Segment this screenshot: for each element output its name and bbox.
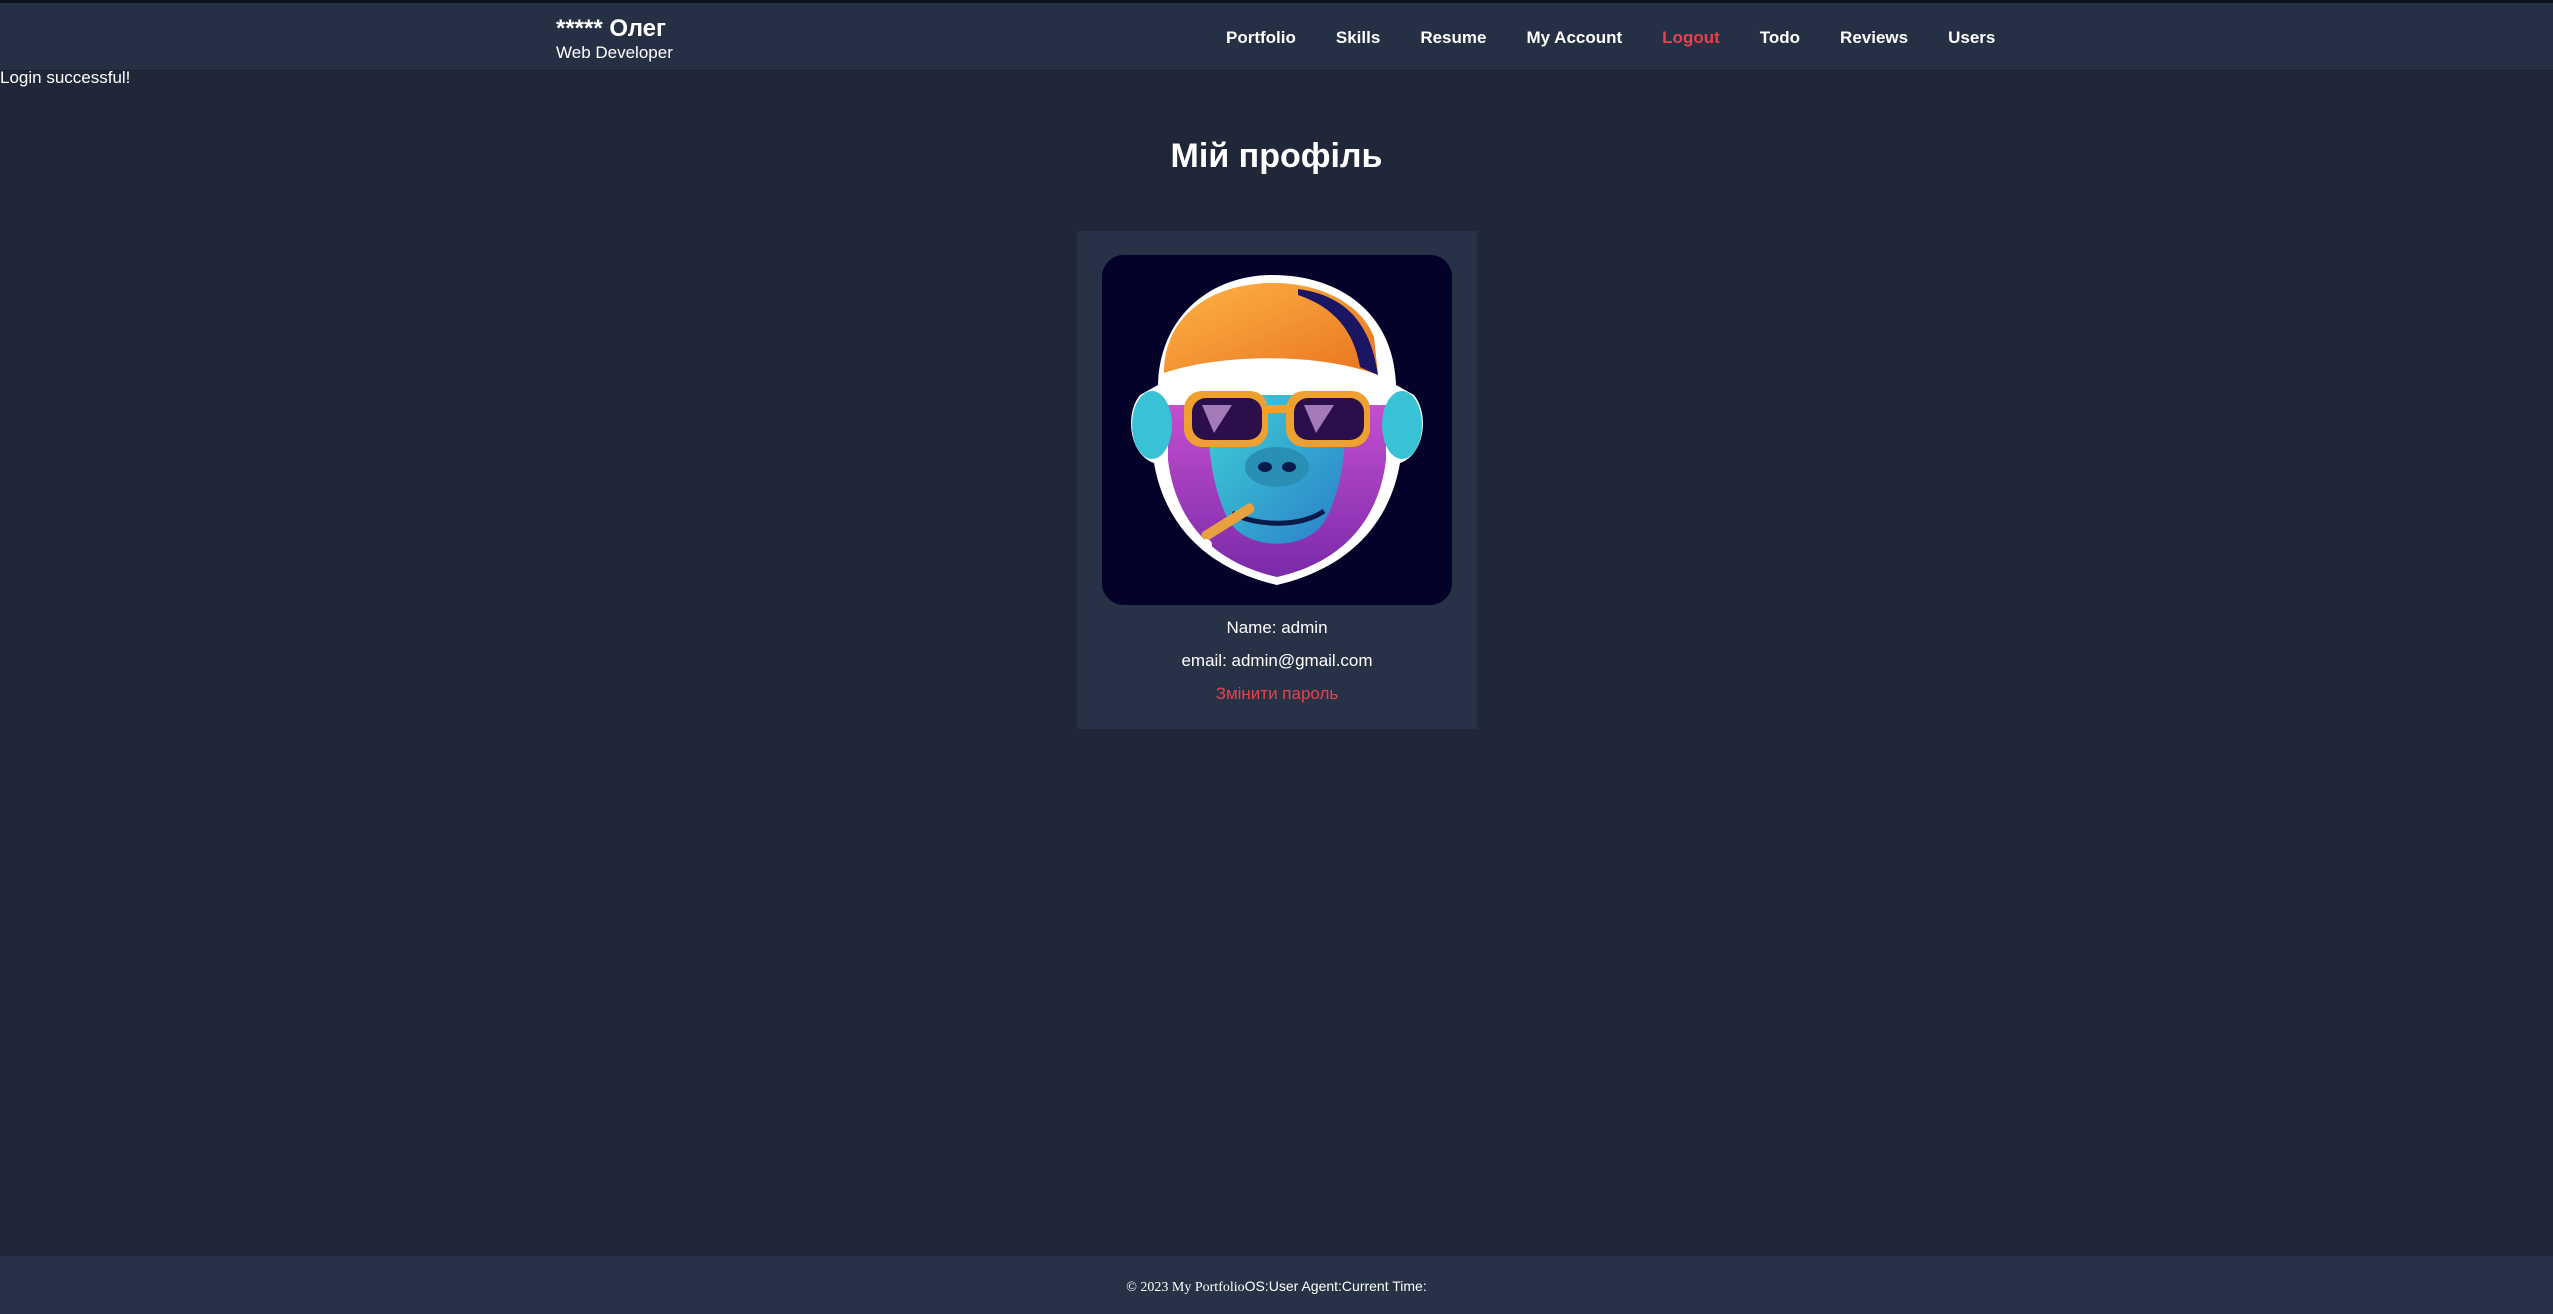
nav-logout[interactable]: Logout	[1662, 28, 1720, 48]
avatar	[1102, 255, 1452, 605]
profile-email: email: admin@gmail.com	[1181, 651, 1373, 670]
profile-name: Name: admin	[1226, 618, 1328, 637]
nav-reviews[interactable]: Reviews	[1840, 28, 1908, 48]
nav-skills[interactable]: Skills	[1336, 28, 1380, 48]
change-password-link[interactable]: Змінити пароль	[1077, 684, 1477, 704]
brand-name[interactable]: ***** Олег	[556, 15, 673, 43]
main-nav: Portfolio Skills Resume My Account Logou…	[1226, 28, 1995, 48]
footer-os: OS:	[1244, 1278, 1269, 1294]
nav-portfolio[interactable]: Portfolio	[1226, 28, 1296, 48]
flash-message: Login successful!	[0, 68, 131, 87]
footer-current-time: Current Time:	[1341, 1278, 1427, 1294]
footer-text: © 2023 My PortfolioOS:User Agent:Current…	[0, 1278, 2553, 1296]
monkey-avatar-icon	[1102, 255, 1452, 605]
brand-subtitle: Web Developer	[556, 43, 673, 62]
footer-copyright: © 2023 My Portfolio	[1126, 1280, 1245, 1295]
profile-card: Name: admin email: admin@gmail.com Зміни…	[1077, 231, 1477, 729]
footer-user-agent: User Agent:	[1268, 1278, 1342, 1294]
page-title: Мій профіль	[1170, 137, 1383, 175]
nav-todo[interactable]: Todo	[1760, 28, 1800, 48]
nav-my-account[interactable]: My Account	[1526, 28, 1622, 48]
brand[interactable]: ***** Олег Web Developer	[556, 15, 673, 63]
nav-resume[interactable]: Resume	[1420, 28, 1486, 48]
site-footer: © 2023 My PortfolioOS:User Agent:Current…	[0, 1256, 2553, 1314]
nav-users[interactable]: Users	[1948, 28, 1995, 48]
site-header: ***** Олег Web Developer Portfolio Skill…	[0, 3, 2553, 71]
